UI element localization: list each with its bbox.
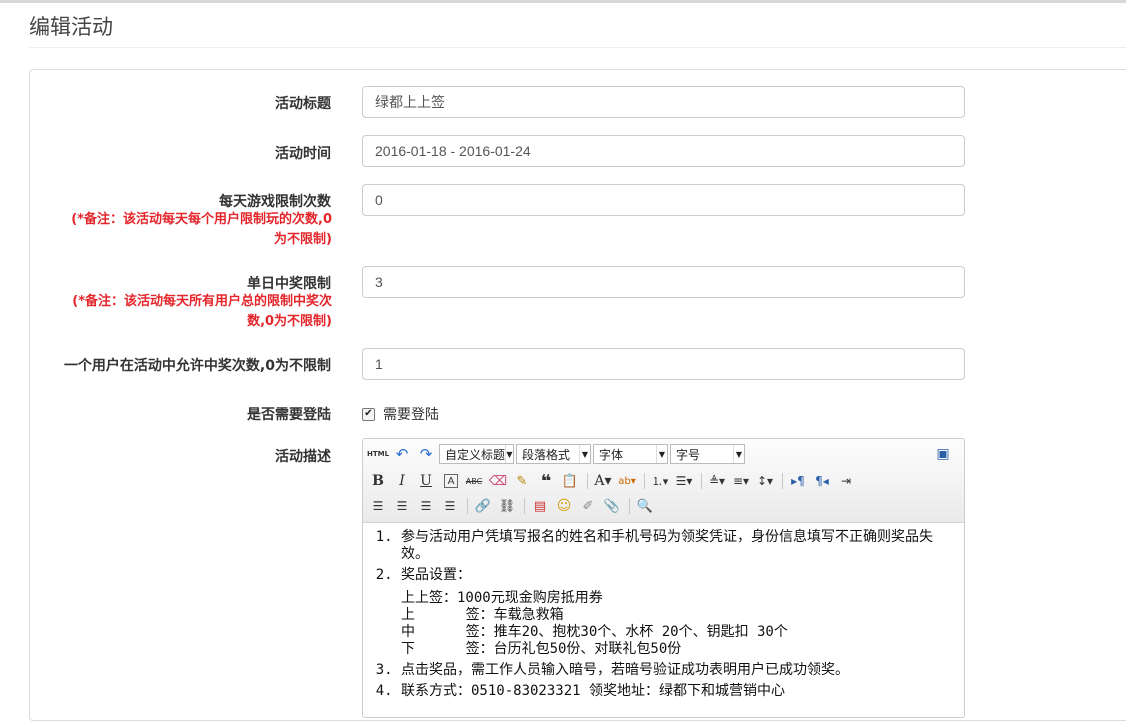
highlight-color-icon[interactable]: ab▾ — [616, 470, 638, 492]
font-select[interactable]: 字体 ▼ — [593, 444, 668, 464]
html-source-icon[interactable]: HTML — [367, 443, 389, 465]
attachment-icon[interactable]: 📎 — [601, 495, 623, 517]
editor-content[interactable]: 参与活动用户凭填写报名的姓名和手机号码为领奖凭证，身份信息填写不正确则奖品失效。… — [363, 523, 964, 700]
italic-icon[interactable]: I — [391, 470, 413, 492]
scrawl-icon[interactable]: ✐ — [577, 495, 599, 517]
font-select-label: 字体 — [599, 447, 624, 462]
daily-limit-label: 每天游戏限制次数 — [219, 194, 331, 210]
daily-limit-note-line1: (*备注：该活动每天每个用户限制玩的次数,0 — [71, 212, 332, 227]
login-checkbox[interactable]: ✔ — [362, 407, 375, 421]
align-right-icon[interactable]: ☰ — [415, 495, 437, 517]
blockquote-icon[interactable]: ❝ — [535, 470, 557, 492]
chevron-down-icon: ▼ — [656, 445, 667, 463]
prize-line: 中 签：推车20、抱枕30个、水杯 20个、钥匙扣 30个 — [401, 624, 788, 640]
title-input[interactable]: 绿都上上签 — [362, 86, 965, 118]
emotion-icon[interactable]: ☺ — [553, 495, 575, 517]
rich-text-editor[interactable]: HTML ↶ ↷ 自定义标题 ▼ 段落格式 ▼ 字体 ▼ 字号 ▼ ▣ B I U A … — [362, 438, 965, 718]
daily-limit-note: (*备注：该活动每天每个用户限制玩的次数,0 为不限制) — [71, 210, 332, 250]
chevron-down-icon: ▼ — [579, 445, 590, 463]
unlink-icon[interactable]: ⛓ — [496, 495, 518, 517]
size-select[interactable]: 字号 ▼ — [670, 444, 745, 464]
toolbar-row-3: ☰ ☰ ☰ ☰ 🔗 ⛓ ▤ ☺ ✐ 📎 🔍 — [367, 495, 658, 517]
paragraph-select[interactable]: 段落格式 ▼ — [516, 444, 591, 464]
description-list: 参与活动用户凭填写报名的姓名和手机号码为领奖凭证，身份信息填写不正确则奖品失效。… — [371, 529, 956, 700]
format-brush-icon[interactable]: ✎ — [511, 470, 533, 492]
paragraph-spacing-top-icon[interactable]: ≜▾ — [706, 470, 728, 492]
toolbar-row-1: HTML ↶ ↷ 自定义标题 ▼ 段落格式 ▼ 字体 ▼ 字号 ▼ ▣ — [367, 443, 956, 465]
strikethrough-icon[interactable]: ABC — [463, 470, 485, 492]
prize-line: 上 签：车载急救箱 — [401, 607, 564, 623]
undo-icon[interactable]: ↶ — [391, 443, 413, 465]
eraser-icon[interactable]: ⌫ — [487, 470, 509, 492]
bold-icon[interactable]: B — [367, 470, 389, 492]
user-win-limit-label: 一个用户在活动中允许中奖次数,0为不限制 — [63, 358, 331, 374]
page-title: 编辑活动 — [29, 15, 113, 39]
ordered-list-icon[interactable]: ⒈▾ — [649, 470, 671, 492]
login-checkbox-row[interactable]: ✔ 需要登陆 — [362, 404, 439, 424]
custom-title-select[interactable]: 自定义标题 ▼ — [439, 444, 514, 464]
login-checkbox-label: 需要登陆 — [383, 407, 439, 423]
daily-win-limit-note-line1: (*备注：该活动每天所有用户总的限制中奖次 — [72, 294, 332, 309]
fullscreen-icon[interactable]: ▣ — [932, 443, 954, 465]
time-range-input[interactable]: 2016-01-18 - 2016-01-24 — [362, 135, 965, 167]
time-label: 活动时间 — [275, 146, 331, 162]
search-replace-icon[interactable]: 🔍 — [634, 495, 656, 517]
description-label: 活动描述 — [275, 449, 331, 465]
font-color-icon[interactable]: A▾ — [592, 470, 614, 492]
list-item: 参与活动用户凭填写报名的姓名和手机号码为领奖凭证，身份信息填写不正确则奖品失效。 — [401, 529, 956, 563]
daily-win-limit-label: 单日中奖限制 — [247, 276, 331, 292]
line-height-icon[interactable]: ↕▾ — [754, 470, 776, 492]
custom-title-select-label: 自定义标题 — [445, 447, 506, 462]
list-item: 联系方式：0510-83023321 领奖地址：绿都下和城营销中心 — [401, 683, 956, 700]
daily-limit-note-line2: 为不限制) — [274, 232, 332, 247]
daily-win-limit-note-line2: 数,0为不限制) — [247, 314, 332, 329]
daily-win-limit-input[interactable]: 3 — [362, 266, 965, 298]
ltr-icon[interactable]: ▸¶ — [787, 470, 809, 492]
login-label: 是否需要登陆 — [247, 407, 331, 423]
top-border — [0, 0, 1126, 3]
list-item-text: 奖品设置： — [401, 567, 471, 583]
paragraph-select-label: 段落格式 — [522, 447, 571, 462]
title-label: 活动标题 — [275, 96, 331, 112]
redo-icon[interactable]: ↷ — [415, 443, 437, 465]
link-icon[interactable]: 🔗 — [472, 495, 494, 517]
prize-line: 上上签：1000元现金购房抵用券 — [401, 590, 603, 606]
list-item: 点击奖品，需工作人员输入暗号，若暗号验证成功表明用户已成功领奖。 — [401, 662, 956, 679]
unordered-list-icon[interactable]: ☰▾ — [673, 470, 695, 492]
align-center-icon[interactable]: ☰ — [391, 495, 413, 517]
align-left-icon[interactable]: ☰ — [367, 495, 389, 517]
rtl-icon[interactable]: ¶◂ — [811, 470, 833, 492]
editor-toolbar: HTML ↶ ↷ 自定义标题 ▼ 段落格式 ▼ 字体 ▼ 字号 ▼ ▣ B I U A … — [363, 439, 964, 523]
align-justify-icon[interactable]: ☰ — [439, 495, 461, 517]
daily-limit-input[interactable]: 0 — [362, 184, 965, 216]
size-select-label: 字号 — [676, 447, 701, 462]
paste-plain-icon[interactable]: 📋 — [559, 470, 581, 492]
font-border-icon[interactable]: A — [444, 474, 458, 488]
prize-line: 下 签：台历礼包50份、对联礼包50份 — [401, 641, 682, 657]
underline-icon[interactable]: U — [415, 470, 437, 492]
indent-icon[interactable]: ⇥ — [835, 470, 857, 492]
chevron-down-icon: ▼ — [505, 445, 513, 463]
list-item: 奖品设置： 上上签：1000元现金购房抵用券 上 签：车载急救箱 中 签：推车2… — [401, 567, 956, 658]
user-win-limit-input[interactable]: 1 — [362, 348, 965, 380]
image-icon[interactable]: ▤ — [529, 495, 551, 517]
chevron-down-icon: ▼ — [733, 445, 744, 463]
title-divider — [29, 47, 1126, 48]
daily-win-limit-note: (*备注：该活动每天所有用户总的限制中奖次 数,0为不限制) — [72, 292, 332, 332]
toolbar-row-2: B I U A ABC ⌫ ✎ ❝ 📋 A▾ ab▾ ⒈▾ ☰▾ ≜▾ ≡▾ ↕… — [367, 470, 859, 492]
paragraph-spacing-bottom-icon[interactable]: ≡▾ — [730, 470, 752, 492]
